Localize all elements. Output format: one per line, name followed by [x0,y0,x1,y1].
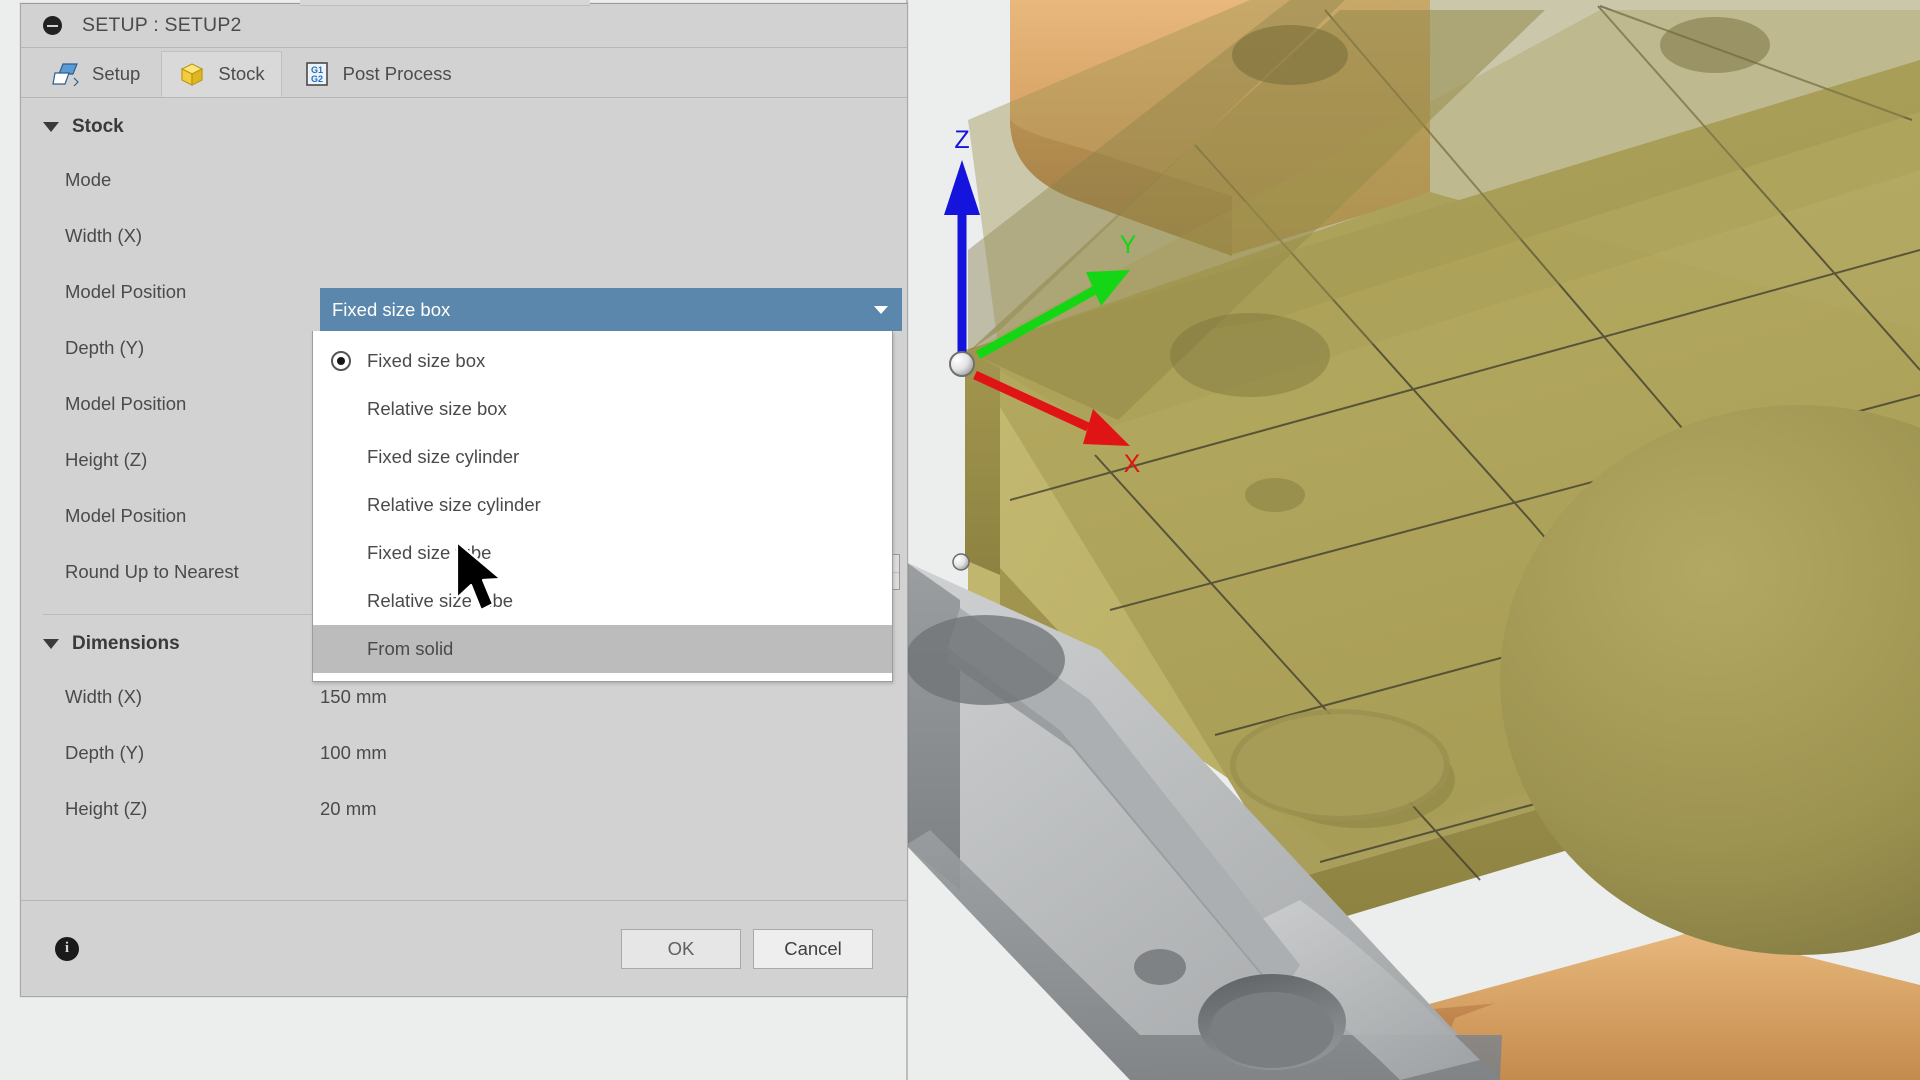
caret-down-icon[interactable] [43,122,59,132]
g-code-icon: G1 G2 [303,60,331,88]
radio-empty-icon[interactable] [331,639,351,659]
caret-down-icon[interactable] [43,639,59,649]
svg-text:Y: Y [1120,231,1137,259]
setup-planes-icon [52,60,80,88]
dropdown-option-relative-size-box[interactable]: Relative size box [313,385,892,433]
dropdown-option-from-solid[interactable]: From solid [313,625,892,673]
radio-empty-icon[interactable] [331,591,351,611]
dropdown-option-label: From solid [367,638,453,660]
radio-empty-icon[interactable] [331,399,351,419]
tab-post-process[interactable]: G1 G2 Post Process [286,51,469,97]
label-height-z: Height (Z) [65,449,320,471]
tab-setup[interactable]: Setup [35,51,157,97]
row-mode: Mode [21,152,907,208]
svg-text:Z: Z [954,126,969,154]
svg-text:G2: G2 [311,74,323,84]
dimension-row-depth: Depth (Y) 100 mm [21,725,907,781]
mode-dropdown-list[interactable]: Fixed size box Relative size box Fixed s… [312,331,893,682]
minus-circle-icon[interactable] [43,16,62,35]
dropdown-option-relative-size-cylinder[interactable]: Relative size cylinder [313,481,892,529]
tab-post-process-label: Post Process [343,63,452,85]
radio-selected-icon[interactable] [331,351,351,371]
dialog-body: Stock Mode Width (X) Model Position Dept… [21,98,907,953]
dialog-title-bar: SETUP : SETUP2 [21,4,907,48]
toolbar-strip-remnant [300,0,590,6]
label-round-up-to-nearest: Round Up to Nearest [65,561,320,583]
dropdown-option-label: Relative size tube [367,590,513,612]
tab-stock[interactable]: Stock [161,51,281,97]
dropdown-option-label: Fixed size box [367,350,485,372]
label-model-position-1: Model Position [65,281,320,303]
dialog-footer: i OK Cancel [21,900,907,996]
tab-setup-label: Setup [92,63,140,85]
dropdown-option-label: Fixed size cylinder [367,446,519,468]
label-model-position-2: Model Position [65,393,320,415]
radio-empty-icon[interactable] [331,447,351,467]
value-dim-depth-y: 100 mm [320,742,387,764]
svg-text:X: X [1124,450,1141,478]
setup-dialog: SETUP : SETUP2 Setup Stock [20,3,908,997]
label-depth-y: Depth (Y) [65,337,320,359]
stock-hole-features [1230,709,1450,821]
cancel-button[interactable]: Cancel [753,929,873,969]
row-width-x: Width (X) [21,208,907,264]
dropdown-option-fixed-size-box[interactable]: Fixed size box [313,337,892,385]
value-dim-width-x: 150 mm [320,686,387,708]
section-title-stock: Stock [72,116,124,138]
dropdown-option-relative-size-tube[interactable]: Relative size tube [313,577,892,625]
dropdown-option-label: Fixed size tube [367,542,491,564]
value-dim-height-z: 20 mm [320,798,377,820]
stock-box-icon [178,60,206,88]
dropdown-option-fixed-size-cylinder[interactable]: Fixed size cylinder [313,433,892,481]
dropdown-option-label: Relative size box [367,398,507,420]
label-width-x: Width (X) [65,225,320,247]
dialog-tabbar: Setup Stock G1 G2 Post Process [21,48,907,98]
tab-stock-label: Stock [218,63,264,85]
dimension-row-height: Height (Z) 20 mm [21,781,907,837]
mode-combobox-value: Fixed size box [332,299,450,321]
dialog-button-group: OK Cancel [621,929,873,969]
dialog-title: SETUP : SETUP2 [82,14,242,37]
label-dim-depth-y: Depth (Y) [65,742,320,764]
dropdown-option-fixed-size-tube[interactable]: Fixed size tube [313,529,892,577]
ok-button[interactable]: OK [621,929,741,969]
section-header-stock[interactable]: Stock [21,98,907,152]
label-model-position-3: Model Position [65,505,320,527]
label-dim-width-x: Width (X) [65,686,320,708]
info-icon[interactable]: i [55,937,79,961]
mode-combobox[interactable]: Fixed size box [320,288,902,331]
label-mode: Mode [65,169,320,191]
radio-empty-icon[interactable] [331,543,351,563]
label-dim-height-z: Height (Z) [65,798,320,820]
chevron-down-icon[interactable] [874,306,888,314]
dropdown-option-label: Relative size cylinder [367,494,541,516]
section-title-dimensions: Dimensions [72,633,180,655]
radio-empty-icon[interactable] [331,495,351,515]
